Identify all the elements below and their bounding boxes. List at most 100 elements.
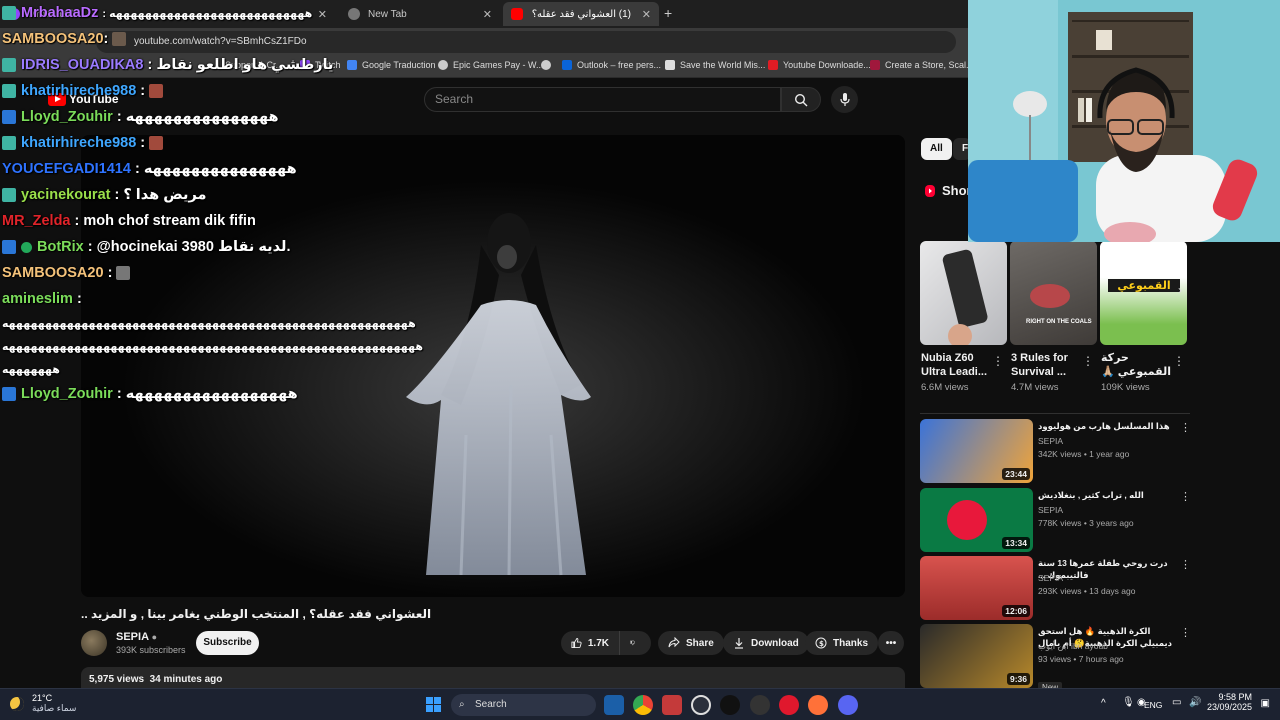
short-thumbnail-1[interactable] — [920, 241, 1007, 345]
thanks-button[interactable]: $ Thanks — [805, 631, 879, 655]
bookmark-epic[interactable]: Epic Games Pay - W... — [438, 60, 544, 70]
close-tab-icon[interactable]: ✕ — [483, 8, 492, 21]
rec-thumbnail: 12:06 — [920, 556, 1033, 620]
chat-badge-icon — [2, 136, 16, 150]
short-views-3: 109K views — [1101, 382, 1150, 393]
app-icon[interactable] — [720, 695, 740, 715]
short-title-2[interactable]: 3 Rules for Survival ... — [1011, 351, 1087, 379]
new-tab-button[interactable]: + — [664, 5, 672, 21]
duration-badge: 13:34 — [1002, 537, 1030, 549]
app-icon[interactable] — [750, 695, 770, 715]
search-button[interactable] — [781, 87, 821, 112]
recommendation-2[interactable]: 13:34 الله , تراب كثير , بنغلاديش SEPIA … — [920, 488, 1191, 552]
notifications-icon[interactable]: ▣ — [1261, 698, 1270, 709]
opera-icon[interactable] — [779, 695, 799, 715]
chat-badge-icon — [2, 6, 16, 20]
share-button[interactable]: Share — [658, 631, 724, 655]
search-input[interactable]: Search — [424, 87, 781, 112]
subscribe-button[interactable]: Subscribe — [196, 631, 259, 655]
chat-badge-icon — [2, 110, 16, 124]
close-tab-icon[interactable]: ✕ — [642, 8, 651, 21]
verified-icon: ● — [151, 632, 158, 642]
stream-chat-overlay: MrbahaaDz : هههههههههههههههههههههههههههه… — [0, 0, 423, 420]
chat-message: khatirhireche988 : — [2, 83, 164, 99]
app-icon[interactable] — [662, 695, 682, 715]
short-thumbnail-3[interactable]: القمبوعي — [1100, 241, 1187, 345]
language-indicator[interactable]: ENG — [1144, 700, 1162, 710]
weather-temperature: 21°C — [32, 693, 53, 703]
short-menu-icon[interactable]: ⋮ — [1082, 354, 1094, 368]
chat-badge-icon — [2, 387, 16, 401]
bookmark-create-store[interactable]: Create a Store, Scal... — [870, 60, 974, 70]
bookmark-save-the-world[interactable]: Save the World Mis... — [665, 60, 765, 70]
channel-row: SEPIA ● 393K subscribers Subscribe 1.7K … — [81, 630, 905, 658]
bookmark-outlook[interactable]: Outlook – free pers... — [562, 60, 661, 70]
rec-thumbnail: 9:36 — [920, 624, 1033, 688]
bangladesh-flag-circle — [947, 500, 987, 540]
channel-avatar[interactable] — [81, 630, 107, 656]
share-icon — [668, 637, 680, 648]
short-menu-icon[interactable]: ⋮ — [992, 354, 1004, 368]
rec-meta: 778K views • 3 years ago — [1038, 518, 1134, 528]
chrome-icon[interactable] — [633, 695, 653, 715]
chat-message: amineslim : — [2, 291, 82, 307]
emote-icon — [149, 84, 164, 98]
moon-icon — [10, 696, 24, 711]
rec-menu-icon[interactable]: ⋮ — [1180, 421, 1191, 434]
outlook-icon — [562, 60, 572, 70]
clock[interactable]: 9:58 PM 23/09/2025 — [1207, 692, 1252, 712]
rec-menu-icon[interactable]: ⋮ — [1180, 490, 1191, 503]
rec-channel: SEPIA — [1038, 573, 1064, 583]
dislike-button[interactable] — [619, 631, 651, 655]
rec-channel: ابن أيوب ibn ayoub — [1038, 641, 1108, 651]
chat-message: Lloyd_Zouhir : هههههههههههههههه — [2, 109, 279, 125]
chat-badge-icon — [2, 188, 16, 202]
windows-taskbar: 21°C سماء صافية ⌕ Search ^ 🎙 ◉ ENG ▭ 🔊 9… — [0, 688, 1280, 720]
network-icon[interactable]: ▭ — [1172, 697, 1181, 708]
chatgpt-icon[interactable] — [691, 695, 711, 715]
volume-icon[interactable]: 🔊 — [1189, 697, 1201, 708]
bookmark-globe[interactable] — [541, 60, 556, 70]
rec-menu-icon[interactable]: ⋮ — [1180, 558, 1191, 571]
like-button[interactable]: 1.7K — [561, 631, 619, 655]
bookmark-youtube-downloader[interactable]: Youtube Downloade... — [768, 60, 871, 70]
weather-widget[interactable]: 21°C سماء صافية — [10, 693, 76, 714]
shorts-next-icon[interactable]: › — [1178, 283, 1182, 297]
download-button[interactable]: Download — [723, 631, 809, 655]
short-title-3[interactable]: حركة القمبوعي 🙏🏼 — [1101, 351, 1177, 379]
microphone-icon[interactable]: 🎙 — [1122, 697, 1135, 708]
voice-search-button[interactable] — [831, 86, 858, 113]
chat-message: MrbahaaDz : هههههههههههههههههههههههههههه — [2, 5, 312, 21]
short-title-1[interactable]: Nubia Z60 Ultra Leadi... — [921, 351, 997, 379]
firefox-icon[interactable] — [808, 695, 828, 715]
tray-chevron-icon[interactable]: ^ — [1101, 698, 1106, 709]
short-menu-icon[interactable]: ⋮ — [1173, 354, 1185, 368]
recommendation-1[interactable]: 23:44 هذا المسلسل هارب من هوليوود SEPIA … — [920, 419, 1191, 483]
short3-overlay-text: القمبوعي — [1108, 279, 1180, 292]
channel-name[interactable]: SEPIA ● — [116, 631, 157, 643]
windows-start-icon[interactable] — [426, 697, 441, 712]
download-icon — [768, 60, 778, 70]
rec-menu-icon[interactable]: ⋮ — [1180, 626, 1191, 639]
chat-message-continuation: هههههههههههههههههههههههههههههههههههههههه… — [2, 341, 423, 353]
steam-icon[interactable] — [604, 695, 624, 715]
chat-badge-icon — [2, 58, 16, 72]
svg-text:$: $ — [819, 640, 824, 648]
microphone-icon — [839, 92, 850, 106]
phone-image — [942, 249, 988, 345]
rec-meta: 342K views • 1 year ago — [1038, 449, 1130, 459]
duration-badge: 23:44 — [1002, 468, 1030, 480]
tab-3[interactable]: (1) العشواني فقد عقله؟ , ال ✕ — [503, 2, 659, 26]
download-icon — [735, 638, 743, 649]
recommendation-4[interactable]: 9:36 الكرة الذهبية 🔥 هل استحق ديمبيلي ال… — [920, 624, 1191, 693]
divider — [920, 413, 1190, 414]
chat-message: Lloyd_Zouhir : هههههههههههههههههه — [2, 386, 298, 402]
chip-all[interactable]: All — [921, 138, 952, 160]
more-actions-button[interactable]: ••• — [878, 631, 904, 655]
short-views-1: 6.6M views — [921, 382, 969, 393]
recommendation-3[interactable]: 12:06 درت روحي طفلة عمرها 13 سنة فالتيبم… — [920, 556, 1191, 620]
short-overlay-text: RIGHT ON THE COALS — [1026, 319, 1092, 325]
discord-icon[interactable] — [838, 695, 858, 715]
taskbar-search[interactable]: ⌕ Search — [451, 694, 596, 716]
short-thumbnail-2[interactable]: RIGHT ON THE COALS — [1010, 241, 1097, 345]
